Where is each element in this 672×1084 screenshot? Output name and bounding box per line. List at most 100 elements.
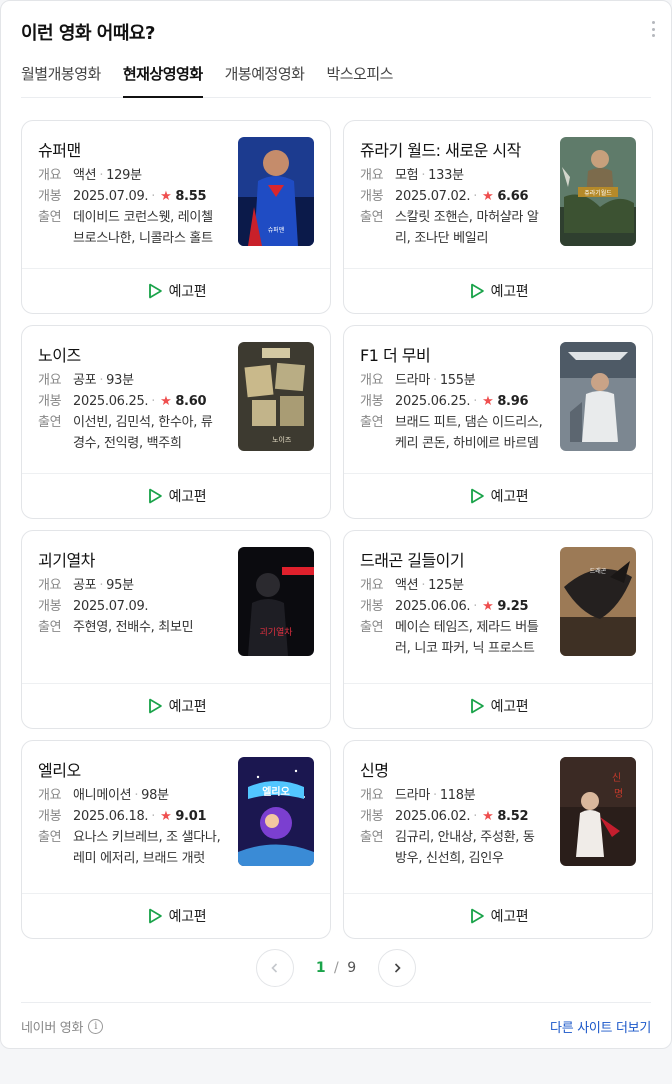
movie-genre: 모험 bbox=[395, 168, 419, 183]
separator-dot: · bbox=[99, 373, 104, 388]
trailer-label: 예고편 bbox=[490, 909, 529, 925]
movie-card[interactable]: 엘리오 개요 애니메이션 · 98분 개봉 2025.06.18. · ★ 9.01 출연 요나스 … bbox=[21, 740, 331, 939]
svg-text:노이즈: 노이즈 bbox=[272, 435, 292, 444]
movie-poster[interactable]: 노이즈 bbox=[238, 342, 314, 451]
movie-release-date: 2025.06.06. bbox=[395, 599, 471, 614]
movie-rating: 8.96 bbox=[497, 394, 529, 409]
more-vertical-icon[interactable] bbox=[651, 21, 655, 37]
movie-card[interactable]: 슈퍼맨 개요 액션 · 129분 개봉 2025.07.09. · ★ 8.55 출연 데이비드 코… bbox=[21, 120, 331, 314]
trailer-button[interactable]: 예고편 bbox=[22, 268, 330, 313]
separator-dot: · bbox=[473, 189, 478, 204]
movie-runtime: 95분 bbox=[106, 578, 134, 593]
trailer-button[interactable]: 예고편 bbox=[22, 683, 330, 728]
trailer-button[interactable]: 예고편 bbox=[344, 893, 652, 938]
movie-rating: 8.52 bbox=[497, 809, 529, 824]
movie-genre: 공포 bbox=[73, 578, 97, 593]
trailer-label: 예고편 bbox=[490, 699, 529, 715]
current-page: 1 bbox=[315, 960, 326, 976]
pagination: 1 / 9 bbox=[1, 949, 671, 987]
cast-label: 출연 bbox=[360, 210, 384, 225]
movie-runtime: 118분 bbox=[439, 788, 476, 803]
separator-dot: · bbox=[473, 809, 478, 824]
play-icon bbox=[470, 908, 484, 924]
genre-label: 개요 bbox=[38, 168, 62, 183]
other-sites-link[interactable]: 다른 사이트 더보기 bbox=[550, 1017, 651, 1036]
movie-poster[interactable]: 괴기열차 bbox=[238, 547, 314, 656]
movie-card-body[interactable]: 엘리오 개요 애니메이션 · 98분 개봉 2025.06.18. · ★ 9.01 출연 요나스 … bbox=[22, 741, 330, 893]
play-icon bbox=[148, 698, 162, 714]
star-icon: ★ bbox=[160, 189, 172, 204]
movie-genre: 애니메이션 bbox=[73, 788, 132, 803]
tab-box-office[interactable]: 박스오피스 bbox=[326, 57, 393, 98]
movie-poster[interactable]: 엘리오 bbox=[238, 757, 314, 866]
separator-dot: · bbox=[151, 189, 156, 204]
genre-label: 개요 bbox=[360, 373, 384, 388]
prev-page-button[interactable] bbox=[255, 949, 294, 987]
movie-recommendation-panel: 이런 영화 어때요? 월별개봉영화 현재상영영화 개봉예정영화 박스오피스 슈퍼… bbox=[0, 0, 672, 1049]
star-icon: ★ bbox=[160, 809, 172, 824]
movie-card-body[interactable]: 노이즈 개요 공포 · 93분 개봉 2025.06.25. · ★ 8.60 출연 이선빈, 김민… bbox=[22, 326, 330, 473]
movie-runtime: 129분 bbox=[106, 168, 142, 183]
movie-card-body[interactable]: 신명 개요 드라마 · 118분 개봉 2025.06.02. · ★ 8.52 출연 김규리, 안… bbox=[344, 741, 652, 893]
movie-poster[interactable] bbox=[560, 342, 636, 451]
separator-dot: · bbox=[99, 168, 104, 183]
release-label: 개봉 bbox=[360, 394, 384, 409]
movie-card-body[interactable]: F1 더 무비 개요 드라마 · 155분 개봉 2025.06.25. · ★ 8.96 출연 브… bbox=[344, 326, 652, 473]
separator-dot: · bbox=[151, 394, 156, 409]
info-icon[interactable]: i bbox=[88, 1019, 104, 1034]
movie-poster[interactable]: 슈퍼맨 bbox=[238, 137, 314, 246]
movie-card-body[interactable]: 괴기열차 개요 공포 · 95분 개봉 2025.07.09. 출연 주현영, 전배수, 최보민… bbox=[22, 531, 330, 683]
trailer-button[interactable]: 예고편 bbox=[344, 473, 652, 518]
movie-card-body[interactable]: 드래곤 길들이기 개요 액션 · 125분 개봉 2025.06.06. · ★ 9.25 출연 메… bbox=[344, 531, 652, 683]
chevron-right-icon bbox=[395, 963, 401, 973]
movie-card[interactable]: 괴기열차 개요 공포 · 95분 개봉 2025.07.09. 출연 주현영, 전배수, 최보민… bbox=[21, 530, 331, 729]
svg-text:명: 명 bbox=[614, 788, 623, 800]
release-label: 개봉 bbox=[38, 394, 62, 409]
svg-text:드래곤: 드래곤 bbox=[590, 567, 607, 575]
movie-card[interactable]: 신명 개요 드라마 · 118분 개봉 2025.06.02. · ★ 8.52 출연 김규리, 안… bbox=[343, 740, 653, 939]
star-icon: ★ bbox=[482, 599, 494, 614]
movie-card-body[interactable]: 슈퍼맨 개요 액션 · 129분 개봉 2025.07.09. · ★ 8.55 출연 데이비드 코… bbox=[22, 121, 330, 268]
movie-poster[interactable]: 신명 bbox=[560, 757, 636, 866]
movie-rating: 8.60 bbox=[175, 394, 207, 409]
cast-label: 출연 bbox=[360, 415, 384, 430]
release-label: 개봉 bbox=[360, 809, 384, 824]
tab-upcoming[interactable]: 개봉예정영화 bbox=[225, 57, 305, 98]
play-icon bbox=[470, 698, 484, 714]
movie-release-date: 2025.07.09. bbox=[73, 189, 149, 204]
movie-card[interactable]: F1 더 무비 개요 드라마 · 155분 개봉 2025.06.25. · ★ 8.96 출연 브… bbox=[343, 325, 653, 519]
movie-poster[interactable]: 쥬라기월드 bbox=[560, 137, 636, 246]
movie-genre: 액션 bbox=[395, 578, 419, 593]
play-icon bbox=[148, 283, 162, 299]
genre-label: 개요 bbox=[360, 788, 384, 803]
star-icon: ★ bbox=[482, 809, 494, 824]
movie-card[interactable]: 쥬라기 월드: 새로운 시작 개요 모험 · 133분 개봉 2025.07.02. · ★ 6… bbox=[343, 120, 653, 314]
next-page-button[interactable] bbox=[378, 949, 417, 987]
trailer-label: 예고편 bbox=[168, 909, 207, 925]
panel-footer: 네이버 영화 i 다른 사이트 더보기 bbox=[21, 1002, 651, 1050]
movie-card-body[interactable]: 쥬라기 월드: 새로운 시작 개요 모험 · 133분 개봉 2025.07.02. · ★ 6… bbox=[344, 121, 652, 268]
movie-poster[interactable]: 드래곤 bbox=[560, 547, 636, 656]
trailer-button[interactable]: 예고편 bbox=[344, 268, 652, 313]
trailer-label: 예고편 bbox=[168, 284, 207, 300]
trailer-button[interactable]: 예고편 bbox=[22, 893, 330, 938]
movie-cast: 메이슨 테임즈, 제라드 버틀러, 니코 파커, 닉 프로스트 bbox=[395, 620, 539, 656]
release-label: 개봉 bbox=[360, 599, 384, 614]
trailer-label: 예고편 bbox=[168, 489, 207, 505]
trailer-button[interactable]: 예고편 bbox=[22, 473, 330, 518]
separator-dot: · bbox=[473, 599, 478, 614]
trailer-label: 예고편 bbox=[490, 489, 529, 505]
category-tabs: 월별개봉영화 현재상영영화 개봉예정영화 박스오피스 bbox=[21, 57, 651, 98]
movie-card[interactable]: 노이즈 개요 공포 · 93분 개봉 2025.06.25. · ★ 8.60 출연 이선빈, 김민… bbox=[21, 325, 331, 519]
source-label: 네이버 영화 i bbox=[21, 1017, 104, 1036]
separator-dot: · bbox=[151, 809, 156, 824]
tab-now-showing[interactable]: 현재상영영화 bbox=[122, 57, 203, 98]
movie-card[interactable]: 드래곤 길들이기 개요 액션 · 125분 개봉 2025.06.06. · ★ 9.25 출연 메… bbox=[343, 530, 653, 729]
separator-dot: · bbox=[99, 578, 104, 593]
page-indicator: 1 / 9 bbox=[316, 960, 356, 976]
trailer-button[interactable]: 예고편 bbox=[344, 683, 652, 728]
release-label: 개봉 bbox=[360, 189, 384, 204]
tab-monthly-release[interactable]: 월별개봉영화 bbox=[21, 57, 101, 98]
movie-runtime: 125분 bbox=[428, 578, 464, 593]
movie-grid: 슈퍼맨 개요 액션 · 129분 개봉 2025.07.09. · ★ 8.55 출연 데이비드 코… bbox=[21, 120, 653, 939]
